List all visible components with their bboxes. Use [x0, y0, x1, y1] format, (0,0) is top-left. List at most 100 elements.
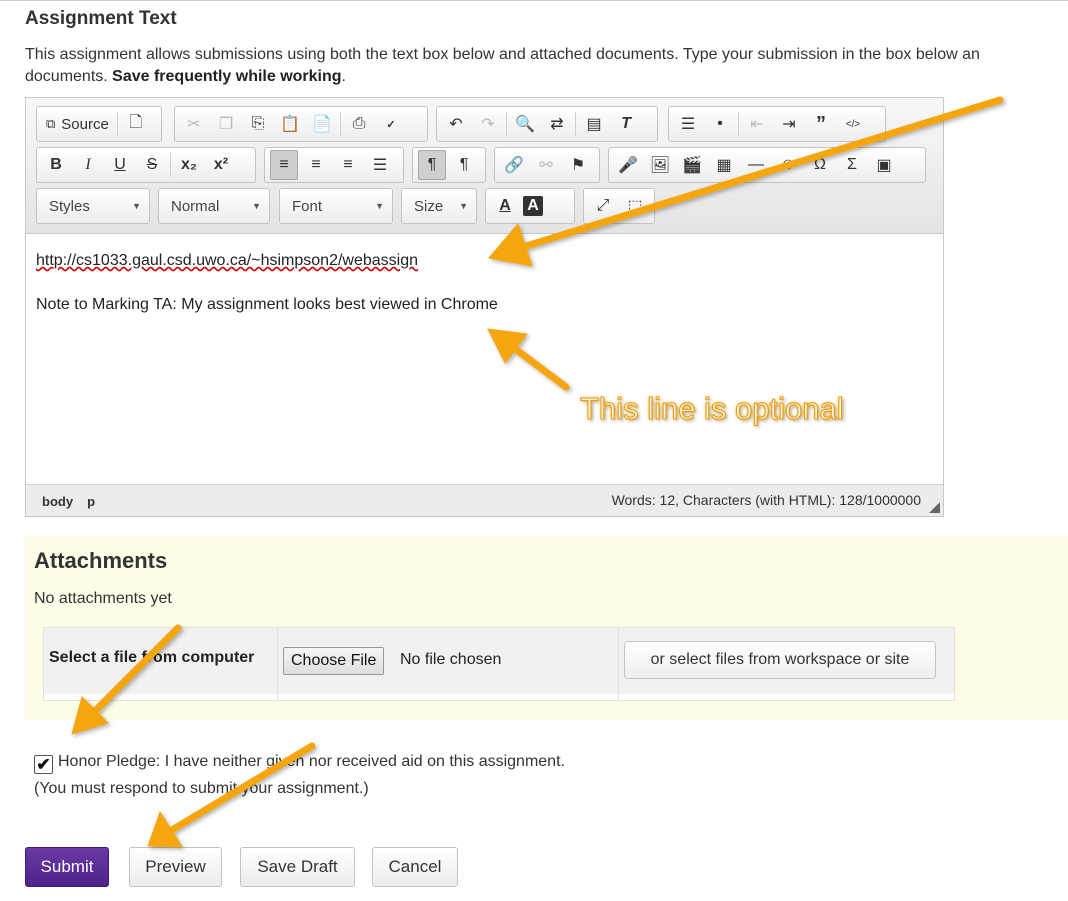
numbered-list-icon[interactable]: ☰: [674, 109, 702, 139]
source-button[interactable]: ⧉ Source: [42, 109, 113, 139]
instructions: This assignment allows submissions using…: [25, 44, 1068, 88]
cancel-button[interactable]: Cancel: [372, 847, 458, 887]
preview-button[interactable]: Preview: [129, 847, 222, 887]
underline-icon[interactable]: U: [106, 150, 134, 180]
italic-icon[interactable]: I: [74, 150, 102, 180]
toolbar-separator: [738, 112, 739, 136]
image-icon[interactable]: 🖼: [646, 150, 674, 180]
redo-icon[interactable]: ↷: [474, 109, 502, 139]
instructions-end: .: [341, 68, 346, 85]
strikethrough-icon[interactable]: S: [138, 150, 166, 180]
align-right-icon[interactable]: ≡: [334, 150, 362, 180]
spellcheck-icon[interactable]: ✓: [377, 109, 405, 139]
editor-statusbar: body p Words: 12, Characters (with HTML):…: [26, 484, 943, 516]
cut-icon[interactable]: ✂: [180, 109, 208, 139]
save-draft-button[interactable]: Save Draft: [240, 847, 355, 887]
select-all-icon[interactable]: ▤: [580, 109, 608, 139]
blockquote-icon[interactable]: ”: [807, 109, 835, 139]
iframe-icon[interactable]: ▣: [870, 150, 898, 180]
maximize-icon[interactable]: ⤢: [589, 191, 617, 221]
select-from-workspace-button[interactable]: or select files from workspace or site: [624, 641, 936, 679]
top-divider: [0, 0, 1068, 1]
superscript-icon[interactable]: x²: [207, 150, 235, 180]
table-row: Select a file from computer Choose File …: [44, 628, 954, 700]
toolbar-separator: [116, 112, 118, 136]
toolbar-group-editing: ↶ ↷ 🔍 ⇄ ▤ T: [436, 106, 658, 142]
audio-recorder-icon[interactable]: 🎤: [614, 150, 642, 180]
find-icon[interactable]: 🔍: [511, 109, 539, 139]
text-color-icon[interactable]: A: [491, 191, 519, 221]
instructions-text: This assignment allows submissions using…: [25, 46, 980, 63]
chevron-down-icon: ▼: [459, 201, 468, 211]
math-icon[interactable]: Σ: [838, 150, 866, 180]
indent-icon[interactable]: ⇥: [775, 109, 803, 139]
bulleted-list-icon[interactable]: •: [706, 109, 734, 139]
toolbar-group-colors: A A: [485, 188, 575, 224]
replace-icon[interactable]: ⇄: [543, 109, 571, 139]
justify-icon[interactable]: ☰: [366, 150, 394, 180]
styles-label: Styles: [49, 197, 90, 215]
smiley-icon[interactable]: ☺: [774, 150, 802, 180]
anchor-flag-icon[interactable]: ⚑: [564, 150, 592, 180]
align-left-icon[interactable]: ≡: [270, 150, 298, 180]
show-blocks-icon[interactable]: ⬚: [621, 191, 649, 221]
chevron-down-icon: ▼: [132, 201, 141, 211]
attachments-section: Attachments No attachments yet Select a …: [25, 536, 1068, 720]
size-dropdown[interactable]: Size ▼: [401, 188, 477, 224]
honor-pledge-checkbox[interactable]: ✔: [34, 755, 53, 774]
submit-button[interactable]: Submit: [25, 847, 109, 887]
outdent-icon[interactable]: ⇤: [743, 109, 771, 139]
table-icon[interactable]: ▦: [710, 150, 738, 180]
font-dropdown[interactable]: Font ▼: [279, 188, 393, 224]
toolbar-separator: [575, 112, 576, 136]
toolbar-group-lists: ☰ • ⇤ ⇥ ” </>: [668, 106, 886, 142]
styles-dropdown[interactable]: Styles ▼: [36, 188, 150, 224]
div-container-icon[interactable]: </>: [839, 109, 867, 139]
align-center-icon[interactable]: ≡: [302, 150, 330, 180]
link-icon[interactable]: 🔗: [500, 150, 528, 180]
copy-icon[interactable]: ❐: [212, 109, 240, 139]
toolbar-group-align: ≡ ≡ ≡ ☰: [264, 147, 404, 183]
subscript-icon[interactable]: x₂: [175, 150, 203, 180]
horizontal-rule-icon[interactable]: ―: [742, 150, 770, 180]
element-path: body p: [42, 494, 109, 509]
editor-content[interactable]: http://cs1033.gaul.csd.uwo.ca/~hsimpson2…: [36, 250, 498, 338]
unlink-icon[interactable]: ⚯: [532, 150, 560, 180]
undo-icon[interactable]: ↶: [442, 109, 470, 139]
choose-file-button[interactable]: Choose File: [283, 647, 385, 675]
toolbar-group-tools: ⤢ ⬚: [583, 188, 655, 224]
background-color-icon[interactable]: A: [523, 196, 543, 216]
paste-icon[interactable]: ⎘: [244, 109, 272, 139]
path-p[interactable]: p: [87, 494, 95, 509]
editor-toolbar: ⧉ Source 🗋 ✂ ❐ ⎘ 📋 📄 ⎙ ✓ ↶ ↷ 🔍 ⇄ ▤ T ☰ •…: [26, 98, 943, 234]
format-dropdown[interactable]: Normal ▼: [158, 188, 270, 224]
path-body[interactable]: body: [42, 494, 73, 509]
resize-handle-icon[interactable]: [929, 502, 940, 513]
toolbar-separator: [170, 153, 171, 177]
chevron-down-icon: ▼: [252, 201, 261, 211]
format-label: Normal: [171, 197, 220, 215]
source-label: Source: [61, 115, 109, 133]
toolbar-group-bidi: ¶ ¶: [412, 147, 486, 183]
no-file-chosen-text: No file chosen: [400, 651, 502, 668]
rtl-direction-icon[interactable]: ¶: [450, 150, 478, 180]
honor-pledge: ✔ Honor Pledge: I have neither given nor …: [34, 748, 565, 802]
document-icon[interactable]: 🗋: [122, 109, 150, 139]
remove-format-icon[interactable]: T: [612, 109, 640, 139]
toolbar-group-basicstyles: B I U S x₂ x²: [36, 147, 256, 183]
source-icon: ⧉: [46, 116, 56, 131]
file-upload-table: Select a file from computer Choose File …: [43, 627, 955, 701]
toolbar-group-document: ⧉ Source 🗋: [36, 106, 162, 142]
paste-text-icon[interactable]: 📋: [276, 109, 304, 139]
table-cell: Select a file from computer: [44, 628, 278, 700]
special-char-icon[interactable]: Ω: [806, 150, 834, 180]
print-icon[interactable]: ⎙: [345, 109, 373, 139]
movie-icon[interactable]: 🎬: [678, 150, 706, 180]
paste-word-icon[interactable]: 📄: [308, 109, 336, 139]
toolbar-separator: [340, 112, 341, 136]
bold-icon[interactable]: B: [42, 150, 70, 180]
ltr-direction-icon[interactable]: ¶: [418, 150, 446, 180]
optional-line-annotation: This line is optional: [580, 391, 845, 427]
instructions-text-2: documents.: [25, 68, 113, 85]
note-to-ta: Note to Marking TA: My assignment looks …: [36, 296, 498, 313]
